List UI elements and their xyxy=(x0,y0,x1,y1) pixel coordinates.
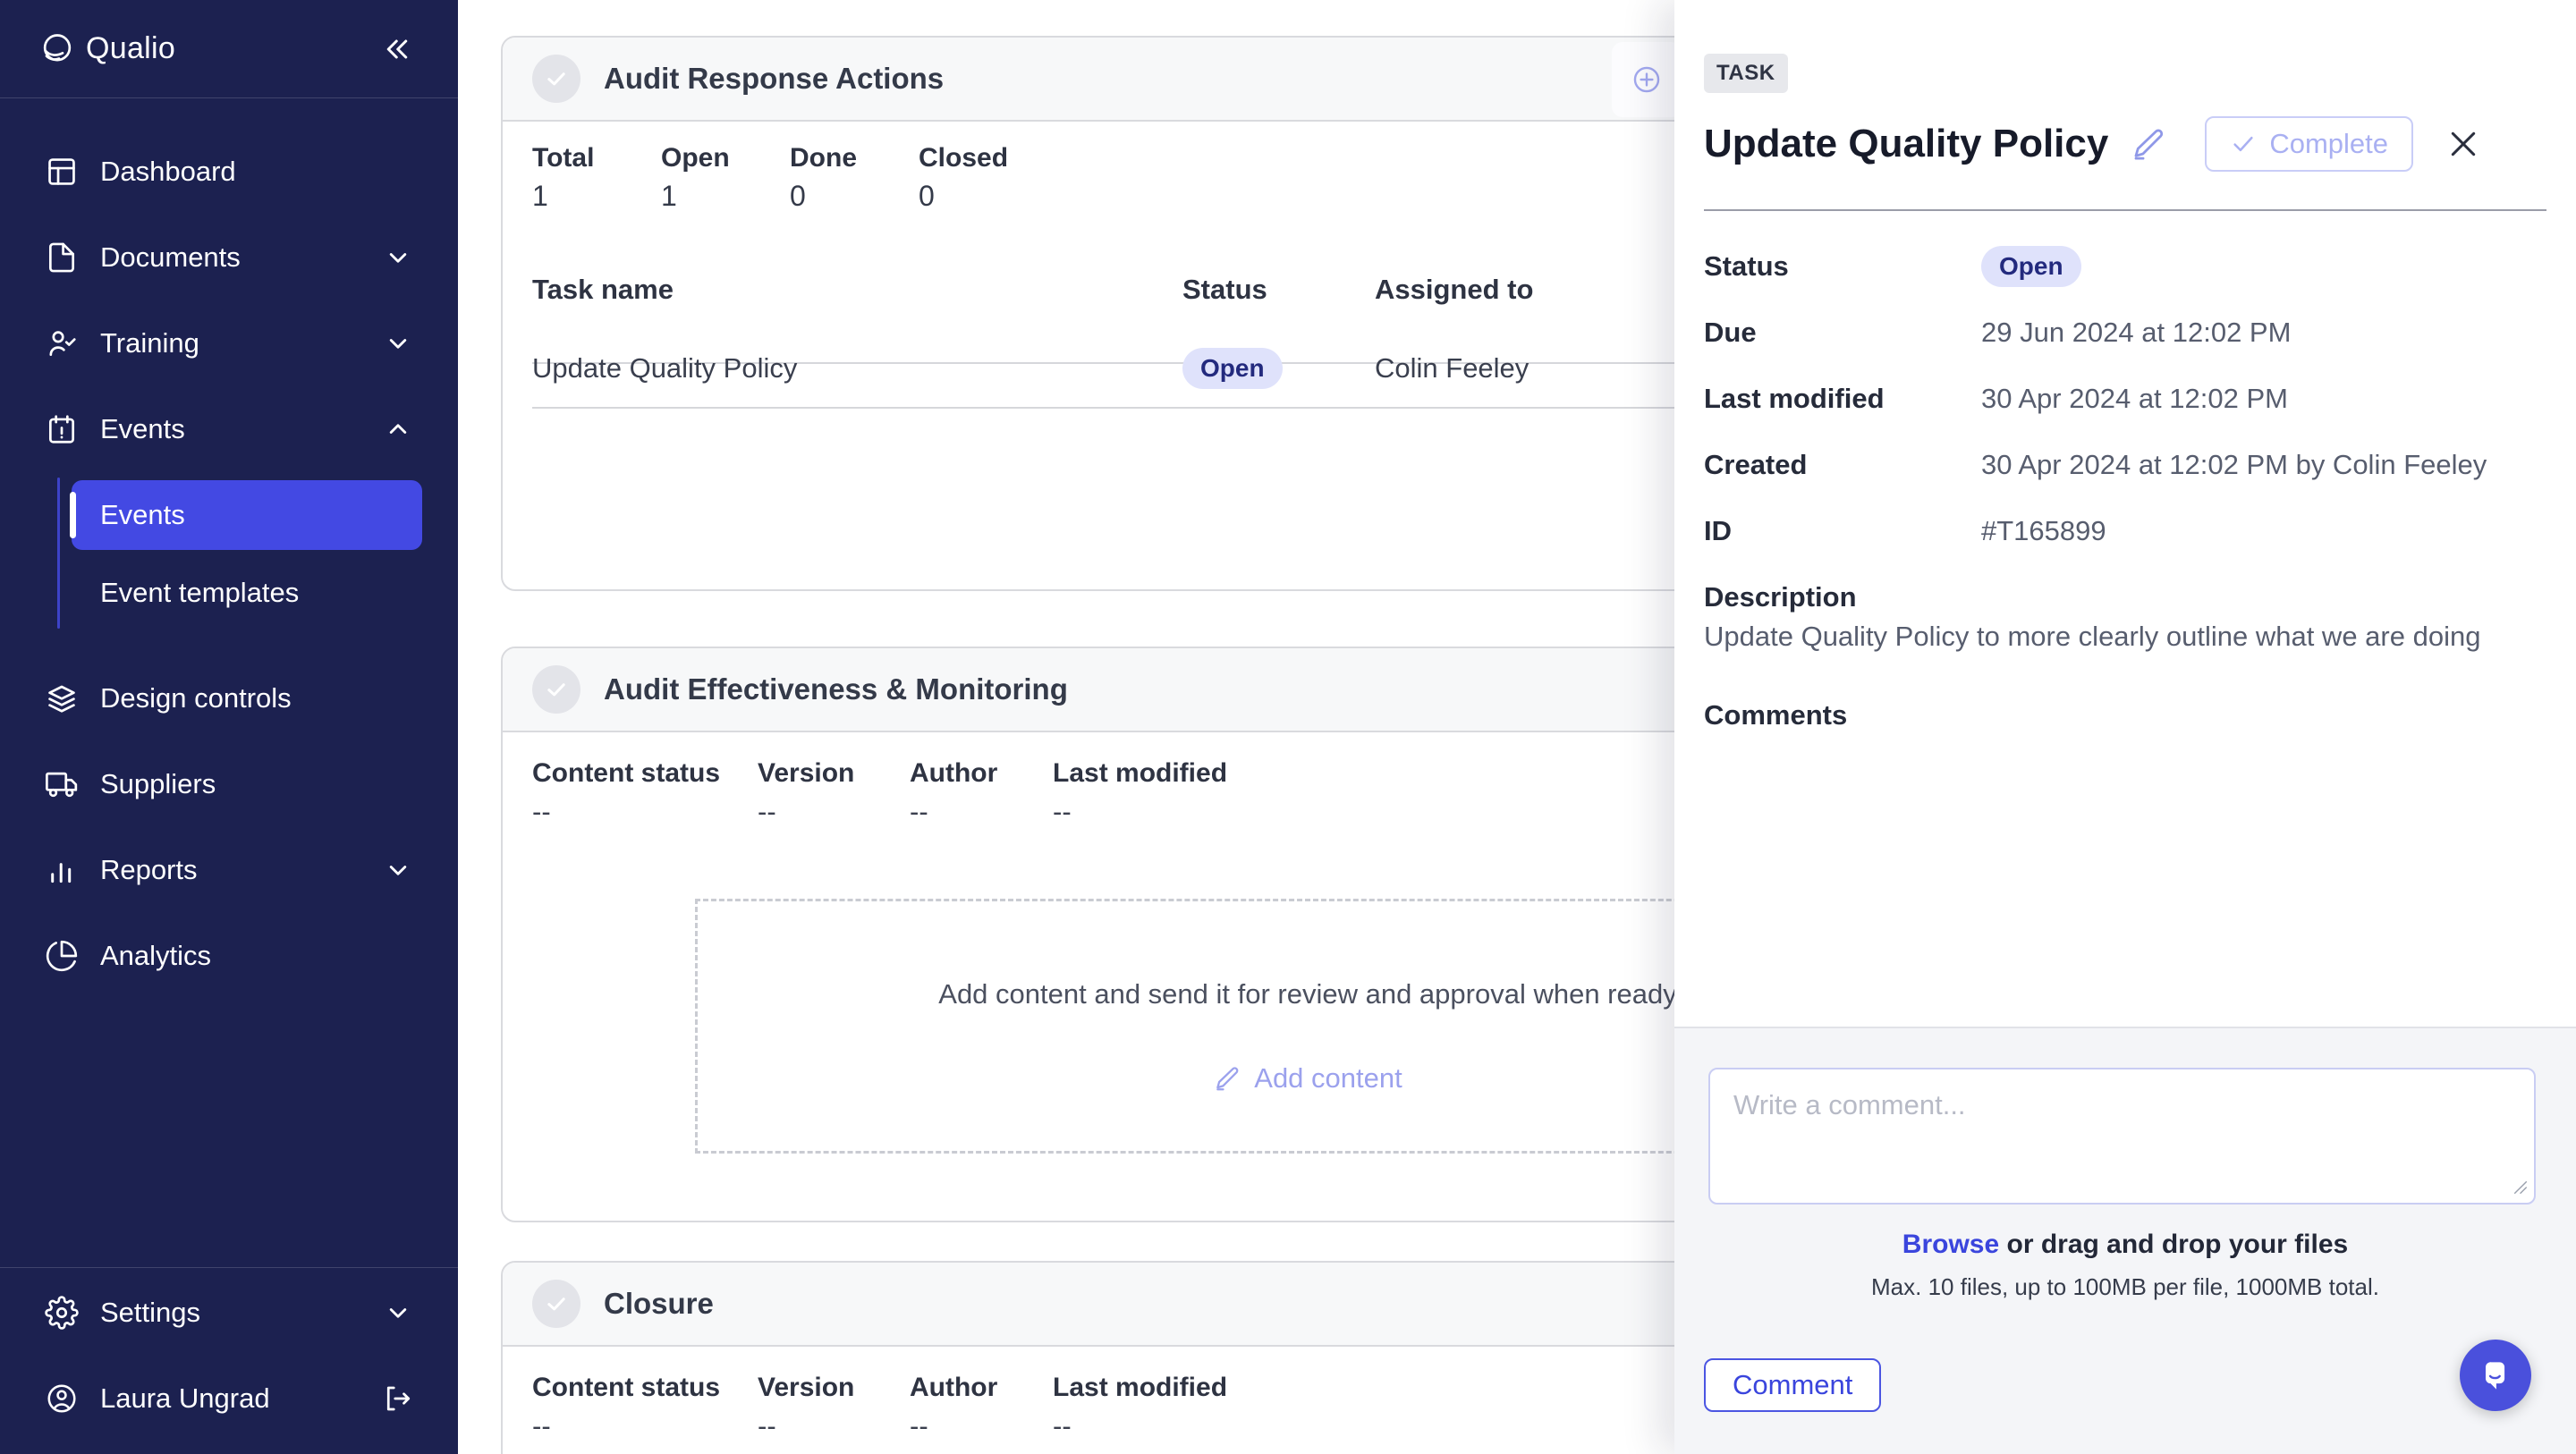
task-name-cell[interactable]: Update Quality Policy xyxy=(532,352,1182,385)
sidebar-item-user[interactable]: Laura Ungrad xyxy=(0,1356,458,1441)
add-content-button[interactable]: Add content xyxy=(1213,1062,1402,1095)
submenu-label: Event templates xyxy=(100,577,299,609)
chat-bubble-icon xyxy=(2476,1356,2515,1395)
field-status: Status Open xyxy=(1704,233,2546,300)
brand-name: Qualio xyxy=(86,31,175,66)
sidebar-item-documents[interactable]: Documents xyxy=(0,215,458,300)
action-stats: Total 1 Open 1 Done 0 Closed 0 xyxy=(532,142,1047,214)
task-type-badge: TASK xyxy=(1704,54,1788,93)
browse-link[interactable]: Browse xyxy=(1902,1230,1999,1259)
chat-launcher-button[interactable] xyxy=(2460,1340,2531,1411)
divider xyxy=(1704,209,2546,211)
status-badge: Open xyxy=(1981,246,2081,287)
resize-handle[interactable] xyxy=(2512,1179,2529,1196)
card-title: Audit Effectiveness & Monitoring xyxy=(604,672,1068,706)
user-circle-icon xyxy=(45,1382,79,1416)
brand-row: Qualio xyxy=(0,0,458,98)
description-label: Description xyxy=(1704,581,1857,613)
submenu-label: Events xyxy=(100,499,185,531)
calendar-alert-icon xyxy=(45,412,79,446)
sidebar-item-reports[interactable]: Reports xyxy=(0,827,458,913)
truck-icon xyxy=(45,767,79,801)
section-check-icon xyxy=(532,1280,580,1328)
nav-label: Dashboard xyxy=(100,156,236,188)
nav-label: Events xyxy=(100,413,185,445)
sidebar-collapse-icon[interactable] xyxy=(381,33,413,65)
qualio-logo-icon xyxy=(39,31,75,67)
stat-open: Open 1 xyxy=(661,142,790,214)
content-meta: Content status-- Version-- Author-- Last… xyxy=(532,1372,1227,1443)
content-meta: Content status-- Version-- Author-- Last… xyxy=(532,757,1227,829)
card-title: Closure xyxy=(604,1287,714,1321)
check-icon xyxy=(2230,131,2257,157)
edit-task-icon[interactable] xyxy=(2130,125,2167,163)
sidebar-item-events[interactable]: Events xyxy=(0,386,458,472)
events-submenu: Events Event templates xyxy=(0,472,458,636)
layers-icon xyxy=(45,681,79,715)
nav-label: Design controls xyxy=(100,682,292,714)
nav-label: Suppliers xyxy=(100,768,216,800)
sidebar-nav-lower: Design controls Suppliers Reports Analyt… xyxy=(0,655,458,999)
stat-total: Total 1 xyxy=(532,142,661,214)
chevron-down-icon xyxy=(383,242,413,273)
nav-label: Training xyxy=(100,327,199,359)
stat-closed: Closed 0 xyxy=(919,142,1047,214)
nav-label: Settings xyxy=(100,1297,200,1329)
field-last-modified: Last modified 30 Apr 2024 at 12:02 PM xyxy=(1704,366,2546,432)
nav-label: Documents xyxy=(100,241,241,274)
file-drop-text: Browse or drag and drop your files xyxy=(1674,1230,2576,1260)
task-detail-panel: TASK Update Quality Policy Complete Stat… xyxy=(1674,0,2576,1454)
sidebar-item-design-controls[interactable]: Design controls xyxy=(0,655,458,741)
panel-title-row: Update Quality Policy Complete xyxy=(1704,111,2549,177)
stat-done: Done 0 xyxy=(790,142,919,214)
sidebar-item-event-templates[interactable]: Event templates xyxy=(72,550,422,636)
sidebar-item-events-list[interactable]: Events xyxy=(72,480,422,550)
description-text: Update Quality Policy to more clearly ou… xyxy=(1704,619,2527,655)
field-due: Due 29 Jun 2024 at 12:02 PM xyxy=(1704,300,2546,366)
submenu-indicator-line xyxy=(57,478,60,629)
active-item-bar xyxy=(70,492,76,538)
chevron-down-icon xyxy=(383,1298,413,1328)
field-created: Created 30 Apr 2024 at 12:02 PM by Colin… xyxy=(1704,432,2546,498)
comment-input-wrap xyxy=(1708,1068,2536,1205)
card-title: Audit Response Actions xyxy=(604,62,944,96)
sidebar-footer: Settings Laura Ungrad xyxy=(0,1267,458,1441)
logout-icon[interactable] xyxy=(381,1382,413,1415)
bar-chart-icon xyxy=(45,853,79,887)
file-limits-text: Max. 10 files, up to 100MB per file, 100… xyxy=(1674,1273,2576,1301)
status-badge: Open xyxy=(1182,348,1283,389)
empty-state-message: Add content and send it for review and a… xyxy=(938,978,1676,1010)
field-id: ID #T165899 xyxy=(1704,498,2546,564)
user-check-icon xyxy=(45,326,79,360)
complete-button[interactable]: Complete xyxy=(2205,116,2413,172)
chevron-down-icon xyxy=(383,328,413,359)
sidebar-item-training[interactable]: Training xyxy=(0,300,458,386)
sidebar-nav: Dashboard Documents Training Events Even… xyxy=(0,98,458,999)
sidebar-item-dashboard[interactable]: Dashboard xyxy=(0,129,458,215)
task-title: Update Quality Policy xyxy=(1704,122,2108,166)
comment-submit-button[interactable]: Comment xyxy=(1704,1358,1881,1412)
chevron-up-icon xyxy=(383,414,413,444)
pencil-icon xyxy=(1213,1064,1241,1093)
sidebar-item-settings[interactable]: Settings xyxy=(0,1270,458,1356)
task-fields: Status Open Due 29 Jun 2024 at 12:02 PM … xyxy=(1704,233,2546,564)
pie-chart-icon xyxy=(45,939,79,973)
user-name: Laura Ungrad xyxy=(100,1382,270,1415)
sidebar-item-analytics[interactable]: Analytics xyxy=(0,913,458,999)
nav-label: Reports xyxy=(100,854,198,886)
close-icon[interactable] xyxy=(2445,126,2481,162)
nav-label: Analytics xyxy=(100,940,211,972)
comments-label: Comments xyxy=(1704,699,1847,731)
chevron-down-icon xyxy=(383,855,413,885)
gear-icon xyxy=(45,1296,79,1330)
dashboard-icon xyxy=(45,155,79,189)
section-check-icon xyxy=(532,55,580,103)
sidebar: Qualio Dashboard Documents Training Even… xyxy=(0,0,458,1454)
section-check-icon xyxy=(532,665,580,714)
comment-input[interactable] xyxy=(1708,1068,2536,1205)
comment-composer: Browse or drag and drop your files Max. … xyxy=(1674,1027,2576,1454)
document-icon xyxy=(45,241,79,275)
add-action-button[interactable] xyxy=(1612,42,1682,117)
sidebar-item-suppliers[interactable]: Suppliers xyxy=(0,741,458,827)
